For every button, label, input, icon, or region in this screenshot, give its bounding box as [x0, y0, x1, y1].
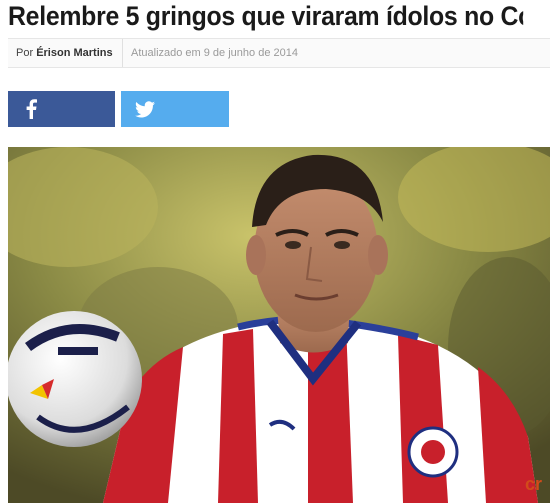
twitter-icon	[135, 100, 155, 117]
article-headline: Relembre 5 gringos que viraram ídolos no…	[8, 1, 524, 31]
watermark-logo: cr	[524, 474, 542, 494]
byline: Por Érison Martins	[16, 39, 113, 67]
facebook-icon	[26, 99, 37, 119]
twitter-share-button[interactable]	[121, 91, 229, 127]
facebook-share-button[interactable]	[8, 91, 115, 127]
football-player-photo	[8, 147, 550, 503]
meta-divider	[122, 39, 123, 67]
updated-date: Atualizado em 9 de junho de 2014	[131, 47, 298, 59]
article-photo: cr	[8, 147, 550, 503]
author-link[interactable]: Érison Martins	[36, 47, 112, 59]
article-meta-bar: Por Érison Martins Atualizado em 9 de ju…	[8, 38, 550, 68]
byline-prefix: Por	[16, 47, 34, 59]
